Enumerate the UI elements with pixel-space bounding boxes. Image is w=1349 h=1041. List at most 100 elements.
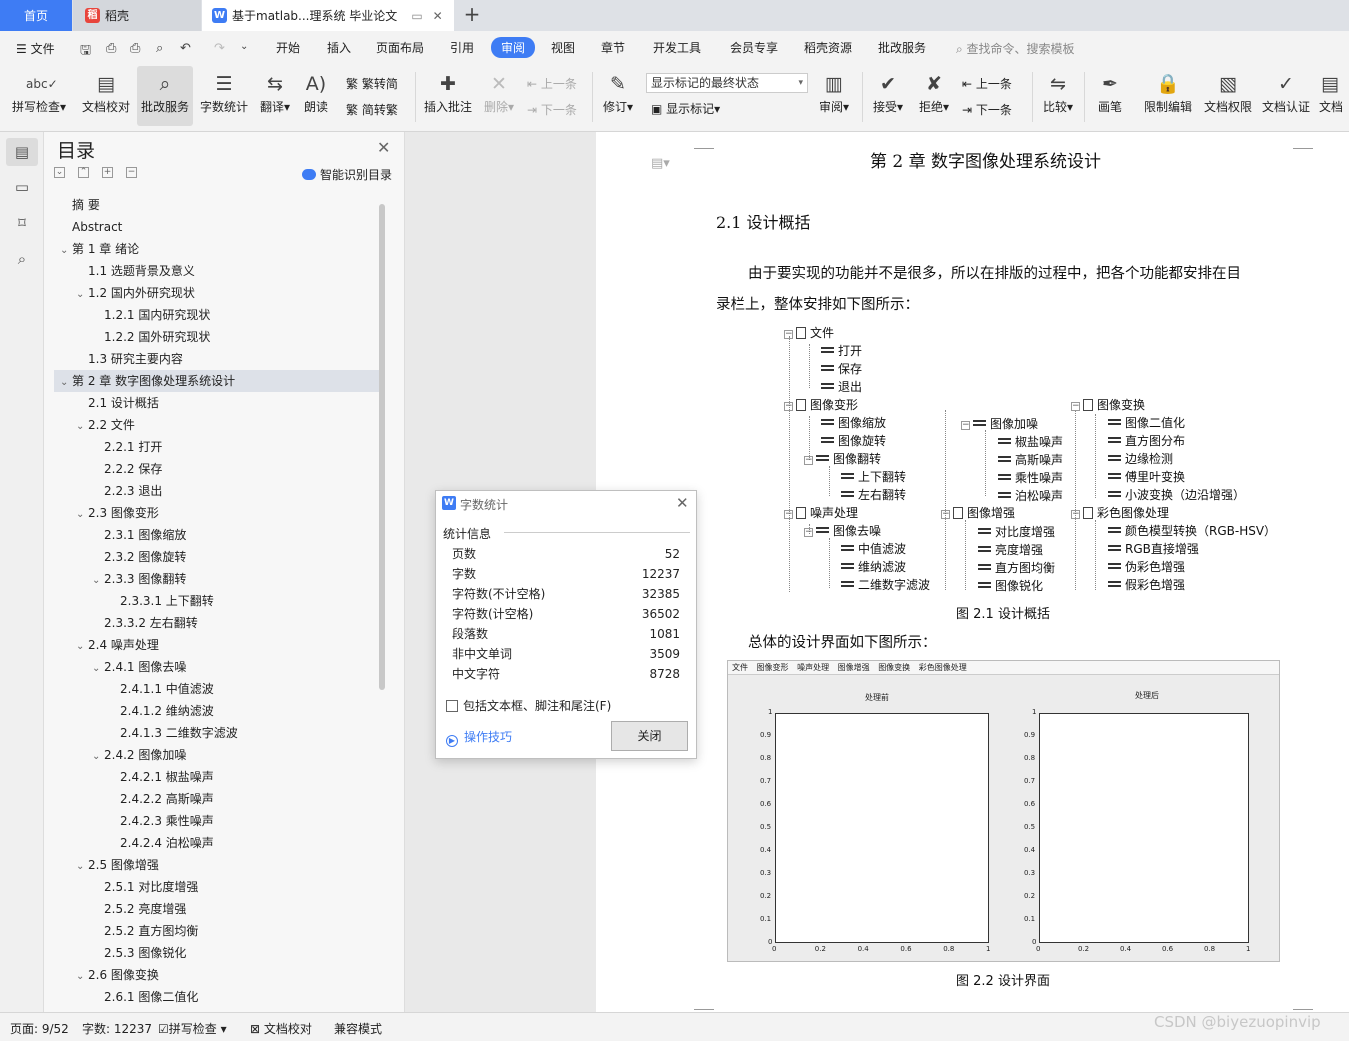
document-auth-button[interactable]: ✓ 文档认证 — [1258, 66, 1314, 126]
accept-button[interactable]: ✔ 接受▾ — [868, 66, 908, 126]
simp-to-trad-button[interactable]: 繁 简转繁 — [346, 101, 398, 118]
word-count-button[interactable]: ☰ 字数统计 — [196, 66, 252, 126]
document-more-button[interactable]: ▤ 文档 — [1319, 66, 1349, 126]
toc-item[interactable]: 摘 要 — [54, 194, 380, 216]
chevron-down-icon[interactable]: ⌄ — [76, 966, 88, 988]
toc-item[interactable]: 2.3.3.2 左右翻转 — [54, 612, 380, 634]
bookmark-icon[interactable]: ⌑ — [11, 212, 33, 234]
toc-item[interactable]: 2.5.3 图像锐化 — [54, 942, 380, 964]
correction-service-button[interactable]: ⌕ 批改服务 — [137, 66, 193, 126]
close-icon[interactable]: ✕ — [676, 494, 689, 512]
toc-item[interactable]: 2.4.2.2 高斯噪声 — [54, 788, 380, 810]
show-markup-button[interactable]: ▣ 显示标记▾ — [651, 100, 720, 117]
menu-tab-daoke-resources[interactable]: 稻壳资源 — [804, 39, 852, 56]
toc-item[interactable]: 1.2.2 国外研究现状 — [54, 326, 380, 348]
chevron-down-icon[interactable]: ⌄ — [92, 658, 104, 680]
toc-scrollbar[interactable] — [379, 204, 385, 690]
toc-item[interactable]: 2.4.2.4 泊松噪声 — [54, 832, 380, 854]
toc-item[interactable]: ⌄ 2.6 图像变换 — [54, 964, 380, 986]
restrict-editing-button[interactable]: 🔒 限制编辑 — [1140, 66, 1196, 126]
menu-tab-chapter[interactable]: 章节 — [601, 39, 625, 56]
toc-item[interactable]: 2.3.3.1 上下翻转 — [54, 590, 380, 612]
chevron-down-icon[interactable]: ⌄ — [60, 372, 72, 394]
chevron-down-icon[interactable]: ⌄ — [76, 504, 88, 526]
toc-item[interactable]: 2.2.2 保存 — [54, 458, 380, 480]
chevron-down-icon[interactable]: ⌄ — [76, 416, 88, 438]
include-textbox-checkbox[interactable]: 包括文本框、脚注和尾注(F) — [446, 697, 611, 714]
close-button[interactable]: 关闭 — [611, 721, 688, 751]
toc-item[interactable]: ⌄ 2.2 文件 — [54, 414, 380, 436]
toc-item[interactable]: 2.5.2 亮度增强 — [54, 898, 380, 920]
page-options-icon[interactable]: ▤▾ — [651, 156, 670, 171]
new-tab-plus-icon[interactable]: + — [460, 3, 484, 27]
toc-item[interactable]: ⌄ 2.5 图像增强 — [54, 854, 380, 876]
expand-all-icon[interactable]: ⌄ — [54, 167, 65, 178]
print-icon[interactable]: ⎙ — [130, 41, 140, 56]
delete-comment-button[interactable]: ✕ 删除▾ — [480, 66, 518, 126]
toc-item[interactable]: 2.1 设计概括 — [54, 392, 380, 414]
menu-tab-review[interactable]: 审阅 — [491, 37, 536, 58]
toc-panel-icon[interactable]: ▤ — [11, 141, 33, 163]
save-icon[interactable]: 🖫 — [80, 41, 91, 63]
export-icon[interactable]: ⎙ — [106, 41, 116, 56]
toc-item[interactable]: 1.1 选题背景及意义 — [54, 260, 380, 282]
chevron-down-icon[interactable]: ⌄ — [60, 240, 72, 262]
toc-item[interactable]: ⌄ 第 2 章 数字图像处理系统设计 — [54, 370, 380, 392]
pen-button[interactable]: ✒ 画笔 — [1092, 66, 1128, 126]
toc-item[interactable]: ⌄ 2.3 图像变形 — [54, 502, 380, 524]
toc-item[interactable]: 2.4.1.2 维纳滤波 — [54, 700, 380, 722]
toc-item[interactable]: 2.4.2.1 椒盐噪声 — [54, 766, 380, 788]
command-search[interactable]: ⌕ 查找命令、搜索模板 — [956, 40, 1075, 57]
menu-tab-insert[interactable]: 插入 — [327, 39, 351, 56]
review-pane-button[interactable]: ▥ 审阅▾ — [815, 66, 853, 126]
toc-item[interactable]: ⌄ 第 1 章 绪论 — [54, 238, 380, 260]
toc-item[interactable]: 1.2.1 国内研究现状 — [54, 304, 380, 326]
menu-file[interactable]: ☰ 文件 — [0, 40, 65, 57]
menu-tab-view[interactable]: 视图 — [551, 39, 575, 56]
toc-item[interactable]: 2.5.1 对比度增强 — [54, 876, 380, 898]
chapter-nav-icon[interactable]: ▭ — [11, 176, 33, 198]
document-proof-button[interactable]: ▤ 文档校对 — [78, 66, 134, 126]
spell-check-button[interactable]: abc✓ 拼写检查▾ — [8, 66, 70, 126]
document-rights-button[interactable]: ▧ 文档权限 — [1200, 66, 1256, 126]
track-changes-button[interactable]: ✎ 修订▾ — [598, 66, 638, 126]
translate-button[interactable]: ⇆ 翻译▾ — [256, 66, 294, 126]
next-change-button[interactable]: ⇥ 下一条 — [962, 101, 1012, 118]
chevron-down-icon[interactable]: ⌄ — [76, 636, 88, 658]
undo-icon[interactable]: ↶ — [180, 41, 191, 56]
tab-document[interactable]: W 基于matlab...理系统 毕业论文 ▭ ✕ — [202, 0, 454, 31]
toc-item[interactable]: 2.3.2 图像旋转 — [54, 546, 380, 568]
word-count-indicator[interactable]: 字数: 12237 — [82, 1020, 152, 1037]
reject-button[interactable]: ✘ 拒绝▾ — [914, 66, 954, 126]
compare-button[interactable]: ⇋ 比较▾ — [1038, 66, 1078, 126]
menu-tab-developer[interactable]: 开发工具 — [653, 39, 701, 56]
chevron-down-icon[interactable]: ⌄ — [92, 746, 104, 768]
preview-icon[interactable]: ⌕ — [156, 41, 163, 56]
previous-comment-button[interactable]: ⇤ 上一条 — [527, 75, 577, 92]
toc-item[interactable]: 2.2.3 退出 — [54, 480, 380, 502]
menu-tab-references[interactable]: 引用 — [450, 39, 474, 56]
menu-tab-start[interactable]: 开始 — [276, 39, 300, 56]
menu-tab-member[interactable]: 会员专享 — [730, 39, 778, 56]
toc-item[interactable]: 1.3 研究主要内容 — [54, 348, 380, 370]
menu-tab-layout[interactable]: 页面布局 — [376, 39, 424, 56]
tab-home[interactable]: 首页 — [0, 0, 72, 31]
toc-item[interactable]: ⌄ 2.4 噪声处理 — [54, 634, 380, 656]
chevron-down-icon[interactable]: ⌄ — [240, 41, 248, 52]
page-indicator[interactable]: 页面: 9/52 — [10, 1020, 69, 1037]
toc-item[interactable]: ⌄ 2.4.1 图像去噪 — [54, 656, 380, 678]
toc-item[interactable]: 2.4.1.1 中值滤波 — [54, 678, 380, 700]
chevron-down-icon[interactable]: ⌄ — [76, 856, 88, 878]
collapse-all-icon[interactable]: ⌃ — [78, 167, 89, 178]
close-icon[interactable]: ✕ — [377, 138, 390, 157]
spell-check-status[interactable]: ☑拼写检查 ▾ — [158, 1020, 227, 1037]
markup-state-select[interactable]: 显示标记的最终状态 ▾ — [646, 73, 808, 93]
toc-item[interactable]: 2.6.1 图像二值化 — [54, 986, 380, 1008]
monitor-icon[interactable]: ▭ — [411, 9, 422, 23]
previous-change-button[interactable]: ⇤ 上一条 — [962, 75, 1012, 92]
toc-item[interactable]: 2.4.2.3 乘性噪声 — [54, 810, 380, 832]
chevron-down-icon[interactable]: ⌄ — [92, 570, 104, 592]
toc-item[interactable]: ⌄ 2.4.2 图像加噪 — [54, 744, 380, 766]
trad-to-simp-button[interactable]: 繁 繁转简 — [346, 75, 398, 92]
read-aloud-button[interactable]: A) 朗读 — [298, 66, 334, 126]
